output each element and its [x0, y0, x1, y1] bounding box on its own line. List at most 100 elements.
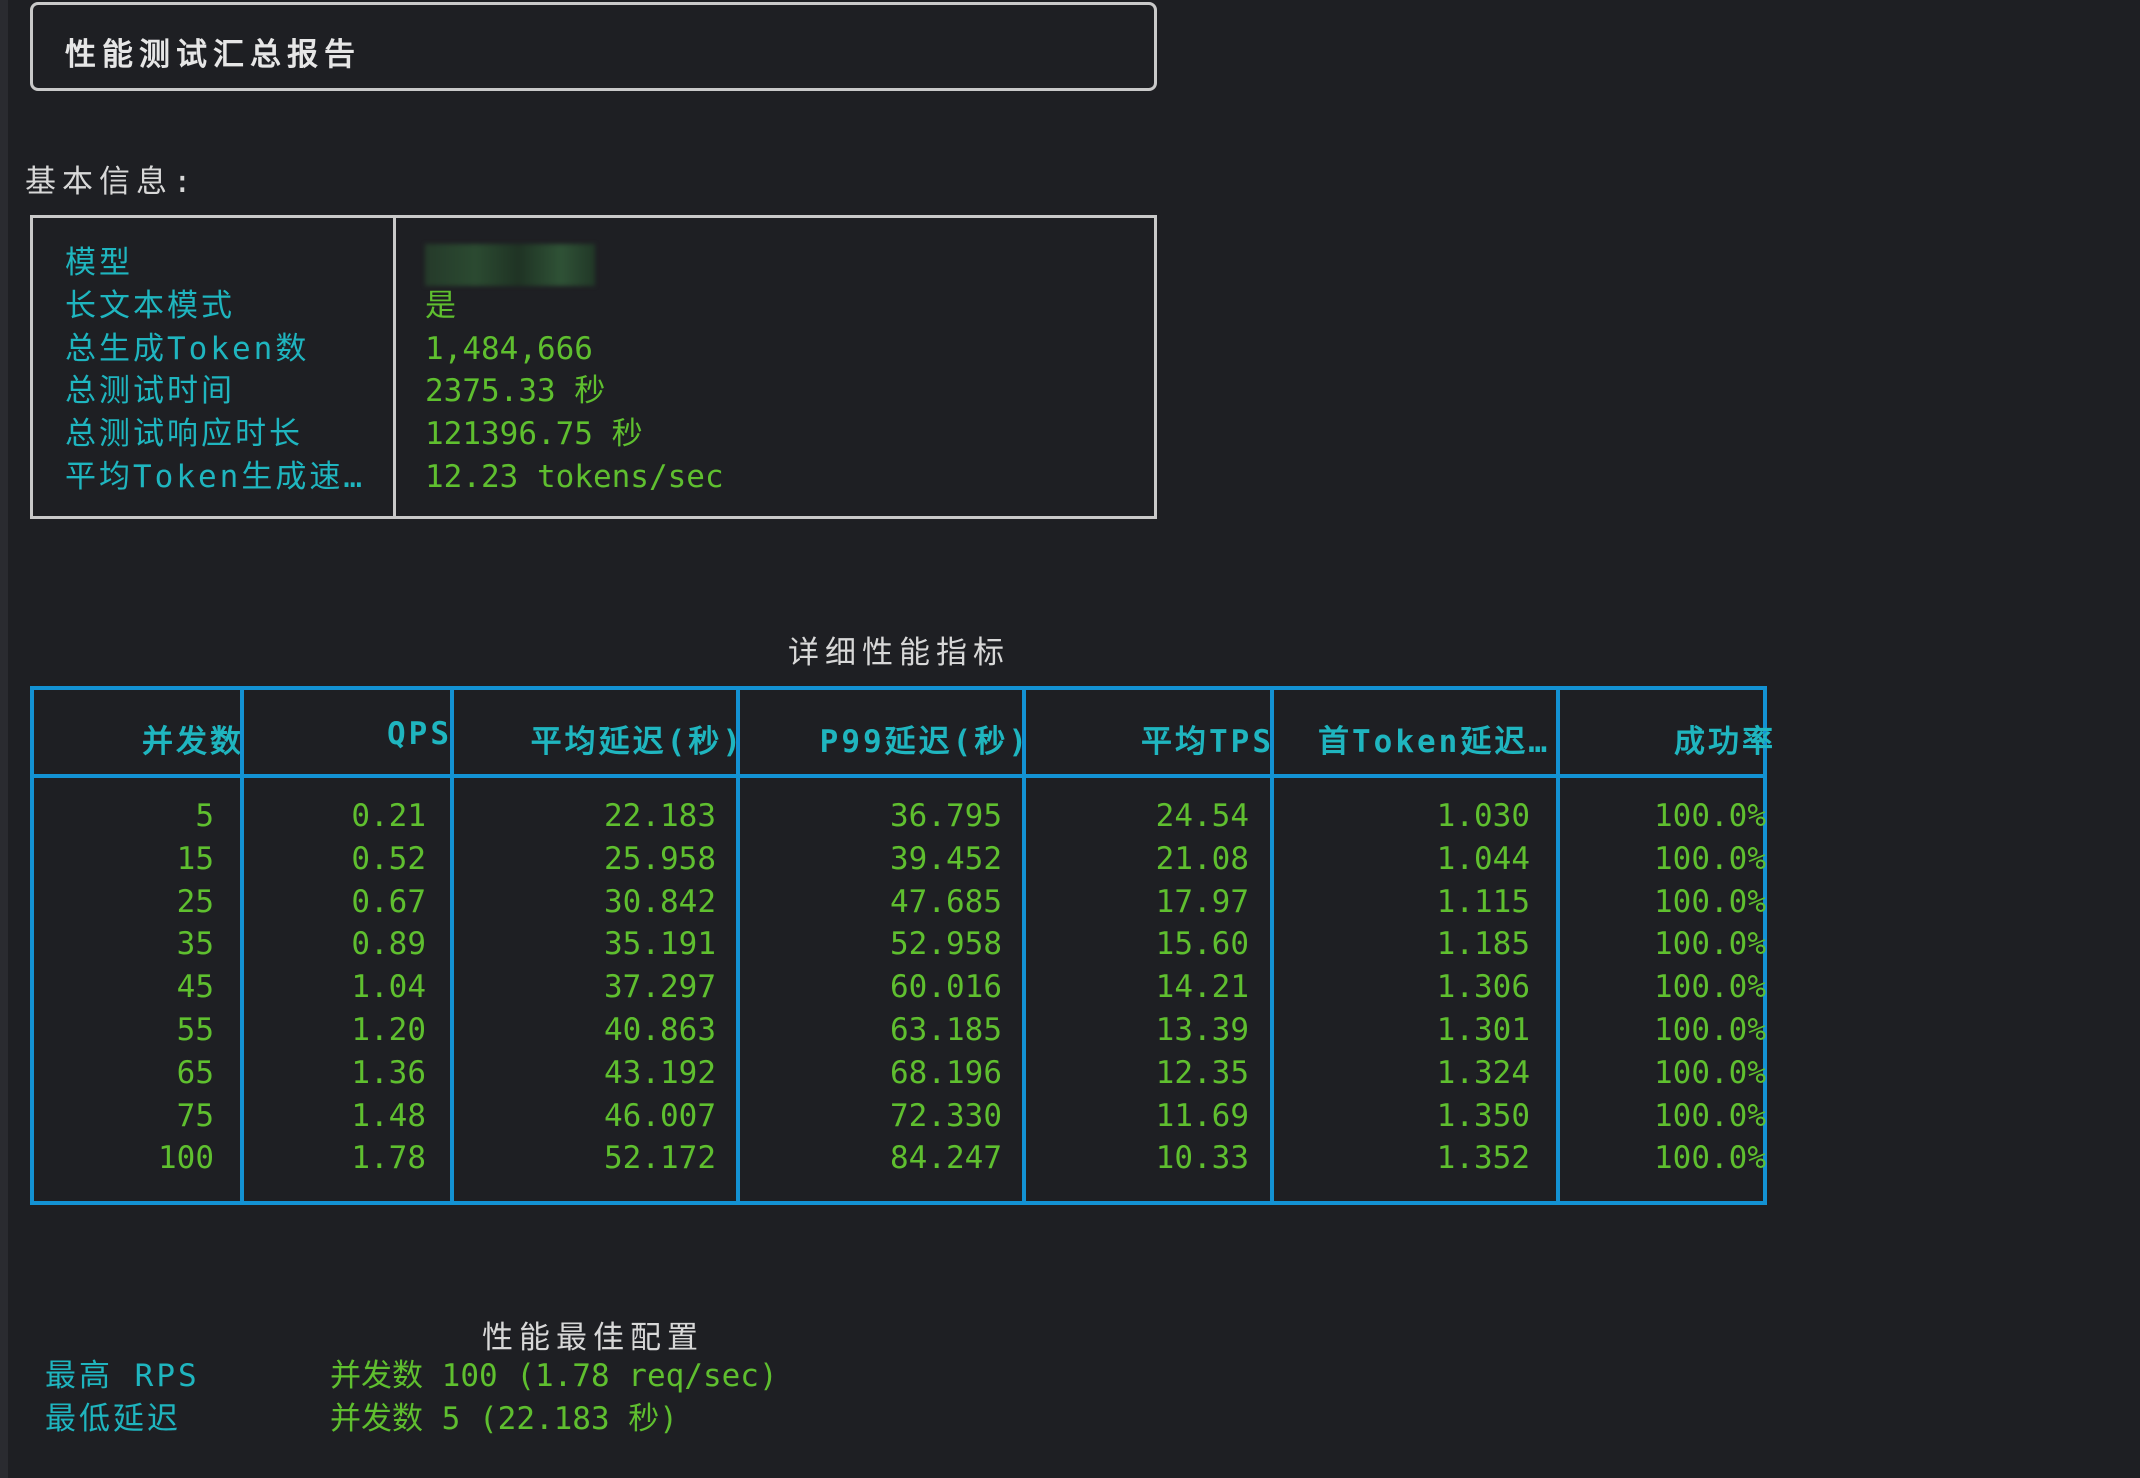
cell-avg-latency: 46.007 [604, 1097, 716, 1134]
best-key-max-rps: 最高 RPS [45, 1358, 200, 1394]
cell-concurrency: 35 [176, 926, 214, 963]
cell-avg-latency: 40.863 [604, 1011, 716, 1048]
cell-p99-latency: 68.196 [890, 1054, 1002, 1091]
cell-first-token-latency: 1.301 [1436, 1011, 1530, 1048]
cell-qps: 0.52 [351, 840, 426, 877]
report-title-box: 性能测试汇总报告 [30, 2, 1157, 91]
cell-avg-tps: 11.69 [1155, 1097, 1249, 1134]
cell-success-rate: 100.0% [1654, 1140, 1766, 1177]
cell-concurrency: 25 [176, 883, 214, 920]
metrics-data-rows: 5 0.21 22.183 36.795 24.54 1.030 100.0% 15 0.52 2… [34, 798, 1766, 1183]
cell-success-rate: 100.0% [1654, 1011, 1766, 1048]
table-row: 5 0.21 22.183 36.795 24.54 1.030 100.0% [34, 798, 1766, 841]
cell-qps: 0.21 [351, 798, 426, 834]
cell-avg-tps: 13.39 [1155, 1011, 1249, 1048]
cell-success-rate: 100.0% [1654, 798, 1766, 834]
cell-avg-latency: 43.192 [604, 1054, 716, 1091]
cell-first-token-latency: 1.352 [1436, 1140, 1530, 1177]
cell-p99-latency: 36.795 [890, 798, 1002, 834]
cell-p99-latency: 84.247 [890, 1140, 1002, 1177]
info-value-model [425, 242, 724, 286]
cell-p99-latency: 39.452 [890, 840, 1002, 877]
info-value-total-tokens: 1,484,666 [425, 330, 593, 367]
info-value-avg-token-rate: 12.23 tokens/sec [425, 458, 724, 495]
cell-first-token-latency: 1.185 [1436, 926, 1530, 963]
metrics-title: 详细性能指标 [788, 635, 1010, 671]
cell-qps: 1.04 [351, 969, 426, 1006]
cell-avg-latency: 25.958 [604, 840, 716, 877]
cell-avg-latency: 30.842 [604, 883, 716, 920]
cell-success-rate: 100.0% [1654, 1054, 1766, 1091]
cell-qps: 1.36 [351, 1054, 426, 1091]
cell-avg-tps: 15.60 [1155, 926, 1249, 963]
info-value-total-test-time: 2375.33 秒 [425, 373, 606, 410]
table-row: 100 1.78 52.172 84.247 10.33 1.352 100.0% [34, 1140, 1766, 1183]
cell-avg-latency: 22.183 [604, 798, 716, 834]
cell-avg-tps: 17.97 [1155, 883, 1249, 920]
info-value-total-response-time: 121396.75 秒 [425, 416, 643, 453]
table-row: 75 1.48 46.007 72.330 11.69 1.350 100.0% [34, 1097, 1766, 1141]
info-key-total-tokens: 总生成Token数 [65, 330, 310, 367]
cell-concurrency: 75 [176, 1097, 214, 1134]
cell-concurrency: 55 [176, 1011, 214, 1048]
basic-info-table: 模型 长文本模式 总生成Token数 总测试时间 总测试响应时长 平均Token… [30, 215, 1157, 519]
info-key-long-text-mode: 长文本模式 [65, 287, 235, 324]
basic-info-values: 是 1,484,666 2375.33 秒 121396.75 秒 12.23 … [425, 242, 724, 499]
cell-avg-tps: 14.21 [1155, 969, 1249, 1006]
cell-avg-tps: 21.08 [1155, 840, 1249, 877]
info-key-avg-token-rate: 平均Token生成速… [65, 458, 365, 495]
header-success-rate: 成功率 [1674, 724, 1776, 760]
cell-concurrency: 5 [195, 798, 214, 834]
header-avg-latency: 平均延迟(秒) [530, 724, 744, 760]
cell-p99-latency: 60.016 [890, 969, 1002, 1006]
table-row: 55 1.20 40.863 63.185 13.39 1.301 100.0% [34, 1011, 1766, 1055]
cell-success-rate: 100.0% [1654, 1097, 1766, 1134]
cell-qps: 0.89 [351, 926, 426, 963]
info-key-total-response-time: 总测试响应时长 [65, 416, 303, 453]
cell-concurrency: 15 [176, 840, 214, 877]
cell-avg-tps: 10.33 [1155, 1140, 1249, 1177]
cell-success-rate: 100.0% [1654, 840, 1766, 877]
cell-qps: 0.67 [351, 883, 426, 920]
header-avg-tps: 平均TPS [1141, 724, 1274, 760]
cell-avg-latency: 52.172 [604, 1140, 716, 1177]
header-concurrency: 并发数 [142, 724, 244, 760]
cell-first-token-latency: 1.350 [1436, 1097, 1530, 1134]
best-value-min-latency: 并发数 5 (22.183 秒) [330, 1400, 678, 1437]
best-key-min-latency: 最低延迟 [45, 1400, 181, 1437]
basic-info-label: 基本信息: [25, 164, 198, 200]
metrics-header-row: 并发数 QPS 平均延迟(秒) P99延迟(秒) 平均TPS 首Token延迟…… [34, 690, 1773, 778]
best-config-values: 并发数 100 (1.78 req/sec) 并发数 5 (22.183 秒) [330, 1355, 778, 1441]
cell-p99-latency: 72.330 [890, 1097, 1002, 1134]
cell-avg-tps: 24.54 [1155, 798, 1249, 834]
metrics-table: 并发数 QPS 平均延迟(秒) P99延迟(秒) 平均TPS 首Token延迟…… [30, 686, 1773, 1205]
cell-first-token-latency: 1.306 [1436, 969, 1530, 1006]
table-row: 65 1.36 43.192 68.196 12.35 1.324 100.0% [34, 1054, 1766, 1098]
table-row: 25 0.67 30.842 47.685 17.97 1.115 100.0% [34, 883, 1766, 927]
cell-first-token-latency: 1.030 [1436, 798, 1530, 834]
header-p99-latency: P99延迟(秒) [819, 724, 1030, 760]
info-key-total-test-time: 总测试时间 [65, 373, 235, 410]
table-row: 15 0.52 25.958 39.452 21.08 1.044 100.0% [34, 840, 1766, 884]
best-value-max-rps: 并发数 100 (1.78 req/sec) [330, 1358, 778, 1394]
header-qps: QPS [387, 716, 452, 752]
cell-avg-latency: 37.297 [604, 969, 716, 1006]
cell-success-rate: 100.0% [1654, 969, 1766, 1006]
table-row: 45 1.04 37.297 60.016 14.21 1.306 100.0% [34, 969, 1766, 1012]
cell-success-rate: 100.0% [1654, 883, 1766, 920]
cell-avg-latency: 35.191 [604, 926, 716, 963]
best-config-title: 性能最佳配置 [482, 1320, 704, 1356]
table-row: 35 0.89 35.191 52.958 15.60 1.185 100.0% [34, 926, 1766, 969]
info-key-model: 模型 [65, 245, 133, 281]
cell-concurrency: 45 [176, 969, 214, 1006]
cell-concurrency: 65 [176, 1054, 214, 1091]
cell-first-token-latency: 1.324 [1436, 1054, 1530, 1091]
cell-p99-latency: 52.958 [890, 926, 1002, 963]
basic-info-divider [393, 218, 396, 516]
cell-first-token-latency: 1.044 [1436, 840, 1530, 877]
cell-success-rate: 100.0% [1654, 926, 1766, 963]
cell-first-token-latency: 1.115 [1436, 883, 1530, 920]
left-gutter [0, 0, 8, 1478]
info-value-long-text-mode: 是 [425, 287, 456, 324]
cell-qps: 1.20 [351, 1011, 426, 1048]
